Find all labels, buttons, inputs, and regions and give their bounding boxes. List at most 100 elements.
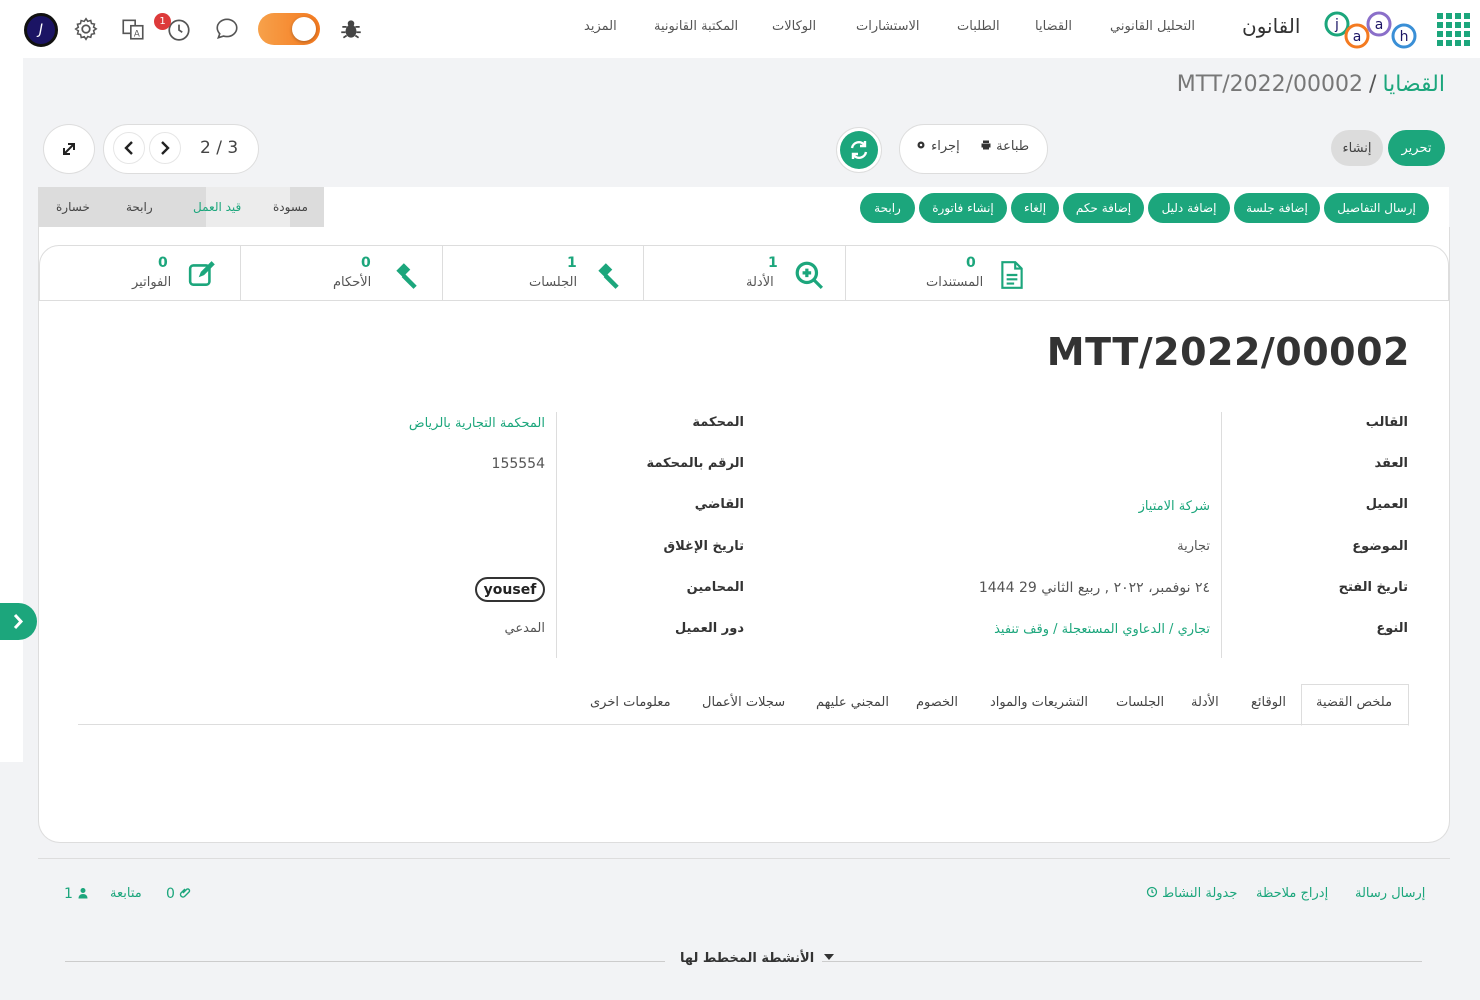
svg-text:a: a bbox=[1353, 29, 1362, 45]
tab-facts[interactable]: الوقائع bbox=[1251, 695, 1286, 710]
action-menu[interactable]: إجراء bbox=[915, 139, 960, 154]
tab-opponents[interactable]: الخصوم bbox=[916, 695, 958, 710]
nav-more[interactable]: المزيد bbox=[584, 19, 617, 34]
stage-won[interactable]: رابحة bbox=[126, 200, 153, 214]
field-value-court-number: 155554 bbox=[491, 456, 545, 472]
field-label-court: المحكمة bbox=[692, 415, 744, 430]
followers-button[interactable]: 1 bbox=[64, 886, 89, 902]
field-label-contract: العقد bbox=[1374, 456, 1408, 471]
tab-evidence[interactable]: الأدلة bbox=[1191, 695, 1219, 710]
stat-documents[interactable]: 0 المستندات bbox=[845, 246, 1046, 300]
log-note-button[interactable]: إدراج ملاحظة bbox=[1256, 886, 1328, 901]
planned-activities-label: الأنشطة المخطط لها bbox=[680, 951, 815, 966]
print-menu[interactable]: طباعة bbox=[980, 139, 1029, 154]
stat-sessions-label: الجلسات bbox=[529, 275, 578, 290]
clock-icon bbox=[1146, 886, 1158, 898]
top-navbar: j a a h القانون التحليل القانوني القضايا… bbox=[0, 0, 1480, 58]
field-value-subject: تجارية bbox=[1177, 539, 1210, 554]
caret-down-icon bbox=[823, 954, 834, 960]
language-icon[interactable]: A bbox=[120, 16, 146, 42]
left-gutter bbox=[0, 58, 23, 762]
stage-in-progress[interactable]: قيد العمل bbox=[193, 200, 241, 214]
send-message-button[interactable]: إرسال رسالة bbox=[1355, 886, 1425, 901]
chatter-divider bbox=[38, 858, 1450, 859]
planned-divider-left bbox=[65, 961, 665, 962]
create-invoice-button[interactable]: إنشاء فاتورة bbox=[919, 193, 1007, 223]
svg-text:a: a bbox=[1375, 17, 1384, 33]
edit-button[interactable]: تحرير bbox=[1388, 130, 1445, 166]
attachments-button[interactable]: 0 bbox=[166, 886, 191, 902]
create-button[interactable]: إنشاء bbox=[1331, 130, 1383, 166]
tab-work-logs[interactable]: سجلات الأعمال bbox=[702, 695, 785, 710]
nav-agencies[interactable]: الوكالات bbox=[772, 19, 816, 34]
cancel-button[interactable]: إلغاء bbox=[1011, 193, 1059, 223]
brand-title[interactable]: القانون bbox=[1242, 14, 1300, 38]
tab-sessions[interactable]: الجلسات bbox=[1116, 695, 1164, 710]
stat-invoices[interactable]: 0 الفواتير bbox=[40, 246, 241, 300]
expand-button[interactable] bbox=[43, 124, 95, 174]
user-avatar[interactable]: J bbox=[24, 13, 58, 47]
gear-icon[interactable] bbox=[73, 16, 99, 42]
nav-legal-library[interactable]: المكتبة القانونية bbox=[654, 19, 738, 34]
planned-activities-toggle[interactable]: الأنشطة المخطط لها bbox=[680, 951, 835, 966]
stat-documents-count: 0 bbox=[966, 255, 976, 271]
breadcrumb-root[interactable]: القضايا bbox=[1382, 72, 1445, 97]
divider-right bbox=[1221, 412, 1222, 658]
field-value-open-date: ٢٤ نوفمبر، ٢٠٢٢ , ربيع الثاني 29 1444 bbox=[978, 580, 1210, 596]
mark-won-button[interactable]: رابحة bbox=[860, 193, 915, 223]
svg-text:A: A bbox=[134, 30, 140, 40]
bug-icon[interactable] bbox=[338, 16, 364, 42]
follow-button[interactable]: متابعة bbox=[110, 886, 142, 901]
notification-badge: 1 bbox=[154, 13, 171, 30]
field-value-court[interactable]: المحكمة التجارية بالرياض bbox=[409, 416, 545, 431]
chat-icon[interactable] bbox=[214, 16, 240, 42]
pager-value[interactable]: 2 / 3 bbox=[200, 138, 238, 158]
tab-other-info[interactable]: معلومات اخرى bbox=[590, 695, 671, 710]
stat-judgments[interactable]: 0 الأحكام bbox=[240, 246, 441, 300]
svg-text:j: j bbox=[1334, 17, 1339, 33]
nav-consultations[interactable]: الاستشارات bbox=[856, 19, 920, 34]
smart-buttons: 0 المستندات 1 الأدلة 1 الجلسات 0 الأحكام… bbox=[39, 245, 1449, 301]
add-session-button[interactable]: إضافة جلسة bbox=[1234, 193, 1320, 223]
field-label-lawyers: المحامين bbox=[686, 580, 744, 595]
breadcrumb-separator: / bbox=[1369, 72, 1377, 97]
nav-cases[interactable]: القضايا bbox=[1035, 19, 1072, 34]
field-value-client-role: المدعي bbox=[504, 621, 545, 636]
send-details-button[interactable]: إرسال التفاصيل bbox=[1324, 193, 1429, 223]
field-value-type[interactable]: تجاري / الدعاوي المستعجلة / وقف تنفيذ bbox=[994, 622, 1210, 637]
sidebar-toggle[interactable] bbox=[0, 603, 37, 640]
stage-lost[interactable]: خسارة bbox=[56, 200, 90, 214]
user-icon bbox=[78, 888, 88, 899]
stat-evidence-label: الأدلة bbox=[746, 275, 774, 290]
nav-legal-analysis[interactable]: التحليل القانوني bbox=[1110, 19, 1195, 34]
tab-legislation[interactable]: التشريعات والمواد bbox=[990, 695, 1088, 710]
stat-judgments-label: الأحكام bbox=[333, 275, 372, 290]
print-label: طباعة bbox=[996, 139, 1030, 154]
stage-draft[interactable]: مسودة bbox=[273, 200, 308, 214]
tab-victims[interactable]: المجني عليهم bbox=[816, 695, 889, 710]
breadcrumb-current: MTT/2022/00002 bbox=[1176, 72, 1364, 97]
refresh-icon bbox=[850, 141, 868, 159]
nav-requests[interactable]: الطلبات bbox=[957, 19, 1000, 34]
tabs-baseline bbox=[78, 724, 1408, 725]
breadcrumb: القضايا/MTT/2022/00002 bbox=[1177, 72, 1445, 97]
planned-divider-right bbox=[822, 961, 1422, 962]
lawyer-tag[interactable]: yousef bbox=[475, 577, 545, 602]
stat-sessions[interactable]: 1 الجلسات bbox=[442, 246, 643, 300]
pager-next-button[interactable] bbox=[149, 132, 181, 164]
schedule-activity-button[interactable]: جدولة النشاط bbox=[1146, 886, 1237, 901]
theme-toggle[interactable] bbox=[258, 13, 320, 45]
field-value-client[interactable]: شركة الامتياز bbox=[1139, 499, 1210, 514]
stat-documents-label: المستندات bbox=[926, 275, 984, 290]
stat-evidence[interactable]: 1 الأدلة bbox=[643, 246, 844, 300]
field-label-client-role: دور العميل bbox=[674, 621, 744, 636]
apps-menu-icon[interactable] bbox=[1437, 13, 1470, 46]
record-title: MTT/2022/00002 bbox=[1046, 330, 1410, 374]
stat-sessions-count: 1 bbox=[567, 255, 577, 271]
add-judgment-button[interactable]: إضافة حكم bbox=[1063, 193, 1144, 223]
pager-prev-button[interactable] bbox=[113, 132, 145, 164]
field-label-subject: الموضوع bbox=[1352, 539, 1408, 554]
add-evidence-button[interactable]: إضافة دليل bbox=[1148, 193, 1230, 223]
refresh-button[interactable] bbox=[840, 131, 878, 169]
tab-case-summary[interactable]: ملخص القضية bbox=[1316, 695, 1392, 710]
